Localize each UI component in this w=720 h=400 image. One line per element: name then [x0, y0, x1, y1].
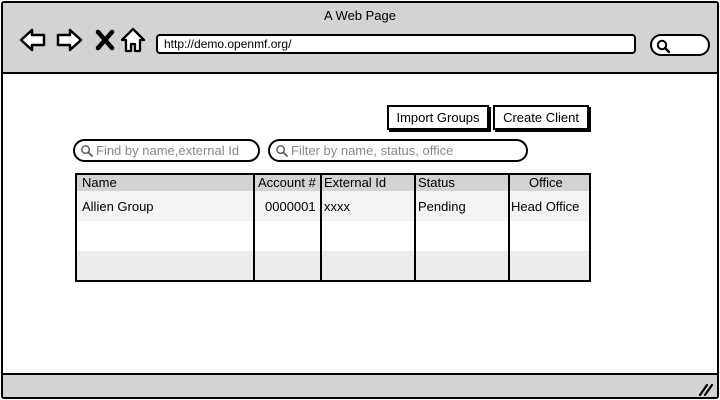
- browser-search-field[interactable]: [650, 34, 710, 56]
- cell-name: Allien Group: [82, 199, 154, 214]
- table-row-empty: [77, 221, 589, 251]
- cell-account: 0000001: [265, 199, 316, 214]
- search-icon: [81, 145, 93, 157]
- cell-office: Head Office: [511, 199, 580, 214]
- cell-external-id: xxxx: [324, 199, 350, 214]
- search-icon: [276, 145, 288, 157]
- table-header: Name Account # External Id Status Office: [77, 175, 589, 191]
- resize-grip-icon[interactable]: [697, 382, 713, 396]
- window-title: A Web Page: [323, 8, 397, 23]
- column-header-office[interactable]: Office: [529, 175, 563, 191]
- column-header-account[interactable]: Account #: [258, 175, 316, 191]
- column-header-name[interactable]: Name: [82, 175, 117, 191]
- name-search-placeholder: Find by name,external Id: [96, 143, 240, 158]
- forward-arrow-icon[interactable]: [55, 26, 83, 54]
- browser-window: A Web Page http://demo.openmf.org/ Impor…: [1, 1, 719, 399]
- search-icon: [656, 39, 670, 53]
- table-row-empty: [77, 251, 589, 280]
- create-client-button[interactable]: Create Client: [493, 105, 589, 130]
- back-arrow-icon[interactable]: [19, 26, 47, 54]
- import-groups-button[interactable]: Import Groups: [387, 105, 489, 130]
- filter-search-placeholder: Filter by name, status, office: [291, 143, 454, 158]
- column-divider: [253, 175, 255, 280]
- column-divider: [508, 175, 510, 280]
- browser-status-bar: [3, 373, 717, 397]
- column-divider: [414, 175, 416, 280]
- filter-search-input[interactable]: Filter by name, status, office: [268, 139, 528, 162]
- column-header-external-id[interactable]: External Id: [324, 175, 386, 191]
- groups-table: Name Account # External Id Status Office…: [75, 173, 591, 282]
- column-header-status[interactable]: Status: [418, 175, 455, 191]
- column-divider: [320, 175, 322, 280]
- close-x-icon[interactable]: [91, 26, 119, 54]
- name-search-input[interactable]: Find by name,external Id: [73, 139, 260, 162]
- table-row[interactable]: Allien Group 0000001 xxxx Pending Head O…: [77, 191, 589, 221]
- home-icon[interactable]: [119, 26, 147, 54]
- url-bar[interactable]: http://demo.openmf.org/: [156, 34, 636, 54]
- cell-status: Pending: [418, 199, 466, 214]
- browser-titlebar: A Web Page http://demo.openmf.org/: [3, 3, 717, 74]
